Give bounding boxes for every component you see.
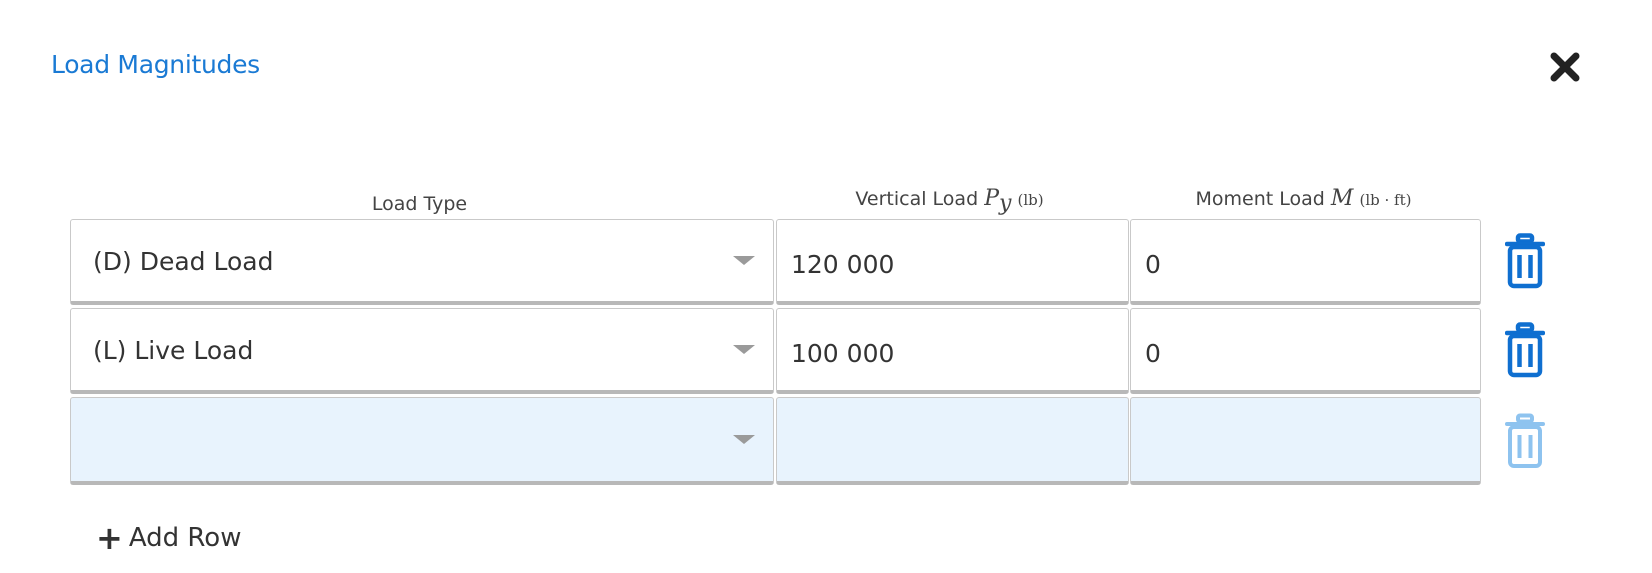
column-header-vertical-unit: (lb) xyxy=(1017,191,1044,209)
column-header-vertical-symbol: P xyxy=(984,186,999,211)
trash-icon xyxy=(1505,413,1545,468)
load-type-select[interactable]: (D) Dead Load xyxy=(70,219,774,305)
plus-icon: + xyxy=(96,519,123,557)
column-header-vertical-subscript: y xyxy=(999,190,1012,216)
close-button[interactable] xyxy=(1548,50,1582,84)
load-type-select[interactable] xyxy=(70,397,774,485)
column-header-moment-label: Moment Load xyxy=(1195,188,1325,210)
chevron-down-icon xyxy=(733,255,755,265)
moment-load-value: 0 xyxy=(1145,339,1161,368)
column-header-load-type-label: Load Type xyxy=(371,193,468,215)
delete-row-button[interactable] xyxy=(1505,322,1545,378)
column-header-vertical-label: Vertical Load xyxy=(855,188,979,210)
column-header-moment-symbol: M xyxy=(1330,186,1354,211)
vertical-load-value: 120 000 xyxy=(791,250,895,279)
load-type-select[interactable]: (L) Live Load xyxy=(70,308,774,394)
trash-icon xyxy=(1505,233,1545,289)
moment-load-input[interactable] xyxy=(1130,397,1481,485)
chevron-down-icon xyxy=(733,344,755,354)
moment-load-input[interactable]: 0 xyxy=(1130,308,1481,394)
chevron-down-icon xyxy=(733,434,755,444)
load-type-value: (L) Live Load xyxy=(93,336,254,365)
column-header-vertical-load: Vertical Load Py (lb) xyxy=(773,186,1126,216)
dialog-title: Load Magnitudes xyxy=(51,50,260,79)
close-icon xyxy=(1550,52,1580,82)
vertical-load-input[interactable] xyxy=(776,397,1129,485)
column-header-moment-load: Moment Load M (lb · ft) xyxy=(1128,186,1479,211)
column-header-load-type: Load Type xyxy=(70,193,769,215)
load-type-value: (D) Dead Load xyxy=(93,247,274,276)
moment-load-input[interactable]: 0 xyxy=(1130,219,1481,305)
vertical-load-value: 100 000 xyxy=(791,339,895,368)
vertical-load-input[interactable]: 120 000 xyxy=(776,219,1129,305)
vertical-load-input[interactable]: 100 000 xyxy=(776,308,1129,394)
add-row-button[interactable]: + Add Row xyxy=(96,522,241,554)
trash-icon xyxy=(1505,322,1545,378)
delete-row-button[interactable] xyxy=(1505,413,1545,469)
column-header-moment-unit: (lb · ft) xyxy=(1359,191,1412,209)
moment-load-value: 0 xyxy=(1145,250,1161,279)
add-row-label: Add Row xyxy=(128,523,242,553)
delete-row-button[interactable] xyxy=(1505,233,1545,289)
